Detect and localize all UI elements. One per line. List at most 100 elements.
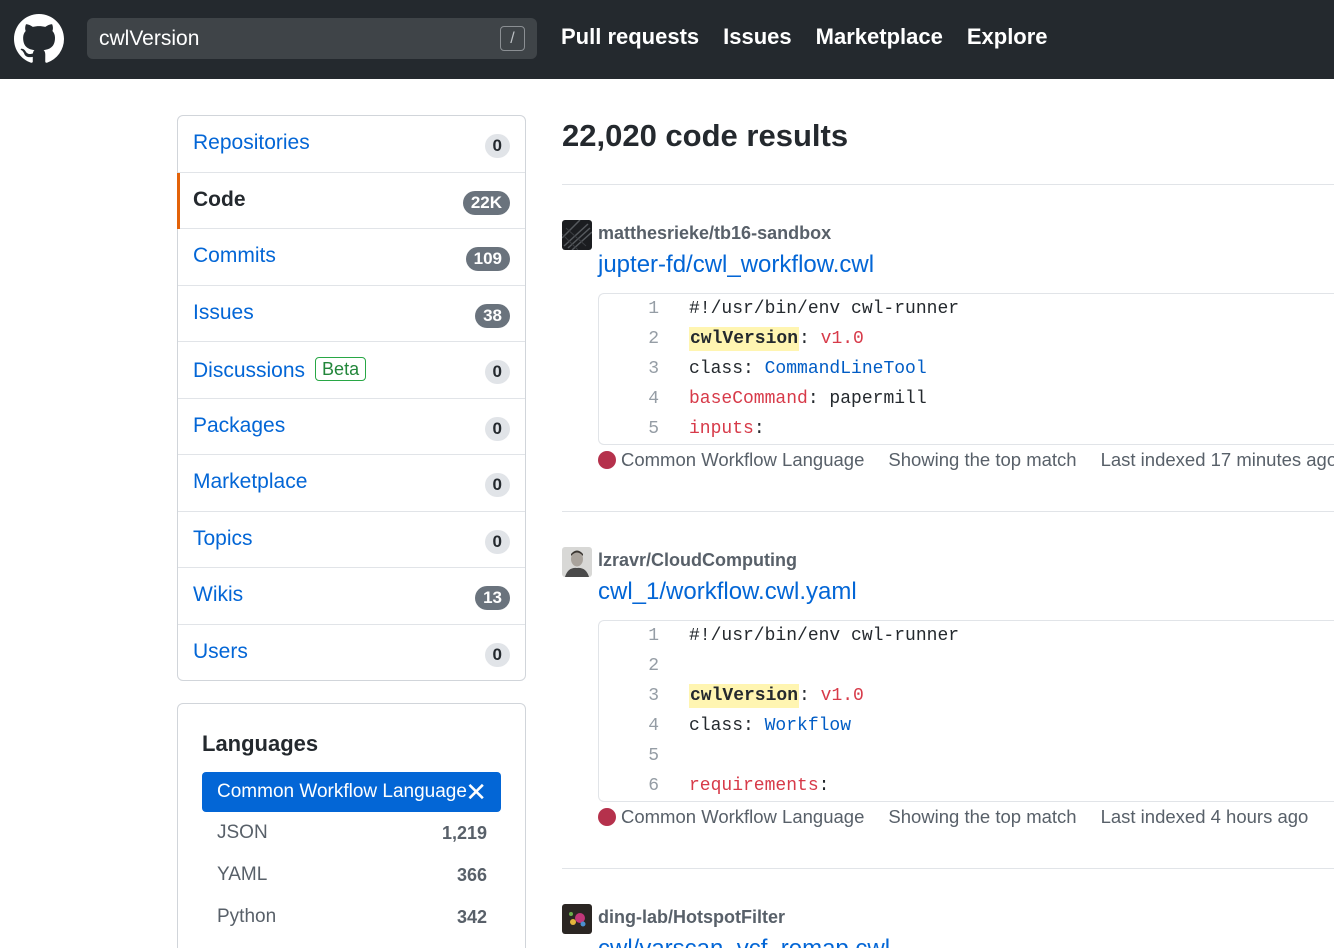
result-last-indexed: Last indexed 4 hours ago [1100, 806, 1309, 827]
search-match-highlight: cwlVersion [689, 684, 800, 708]
language-color-dot [598, 451, 616, 469]
language-filter-item[interactable]: Python 342 [202, 897, 501, 937]
header-nav: Pull requests Issues Marketplace Explore [561, 24, 1048, 50]
search-match-highlight: cwlVersion [689, 327, 800, 351]
repo-owner-avatar[interactable] [562, 904, 592, 934]
menu-item-commits[interactable]: Commits 109 [178, 229, 525, 286]
nav-pull-requests[interactable]: Pull requests [561, 24, 699, 50]
menu-item-label: Wikis [193, 583, 244, 606]
menu-item-issues[interactable]: Issues 38 [178, 286, 525, 342]
code-text: class: CommandLineTool [689, 354, 927, 384]
menu-item-label: Discussions Beta [193, 357, 367, 383]
line-number: 4 [648, 716, 659, 736]
code-text: cwlVersion: v1.0 [689, 681, 864, 711]
line-number: 4 [648, 389, 659, 409]
code-key: requirements [689, 776, 819, 796]
menu-item-topics[interactable]: Topics 0 [178, 512, 525, 568]
repo-name-link[interactable]: lzravr/CloudComputing [598, 550, 797, 571]
code-value: v1.0 [820, 686, 864, 706]
code-entity: CommandLineTool [764, 359, 927, 379]
menu-item-wikis[interactable]: Wikis 13 [178, 568, 525, 625]
code-text: #!/usr/bin/env cwl-runner [689, 626, 960, 646]
menu-item-discussions[interactable]: Discussions Beta 0 [178, 342, 525, 399]
line-number: 3 [648, 686, 659, 706]
repo-owner-avatar[interactable] [562, 547, 592, 577]
language-filter-item[interactable]: YAML 366 [202, 855, 501, 895]
menu-item-label: Commits [193, 244, 276, 267]
repo-owner-avatar[interactable] [562, 220, 592, 250]
code-punct: : [799, 686, 821, 706]
code-line: 4 class: Workflow [599, 711, 1334, 741]
menu-item-counter: 22K [462, 190, 510, 215]
file-path-link[interactable]: jupter-fd/cwl_workflow.cwl [598, 251, 874, 279]
code-text: class: Workflow [689, 711, 851, 741]
language-filter-selected[interactable]: Common Workflow Language ✕ [202, 772, 501, 812]
search-shortcut-key: / [500, 26, 525, 51]
menu-item-repositories[interactable]: Repositories 0 [178, 116, 525, 173]
menu-item-code[interactable]: Code 22K [177, 172, 525, 229]
file-path-link[interactable]: cwl_1/workflow.cwl.yaml [598, 578, 857, 606]
result-language: Common Workflow Language [621, 449, 865, 470]
search-input[interactable] [87, 18, 487, 59]
code-plain: : papermill [807, 389, 927, 409]
language-count: 342 [456, 907, 487, 927]
menu-item-counter: 13 [475, 586, 510, 610]
line-number: 2 [648, 656, 659, 676]
result-match-info: Showing the top match [888, 806, 1077, 827]
code-line: 3 class: CommandLineTool [599, 354, 1334, 384]
code-line: 4 baseCommand: papermill [599, 384, 1334, 414]
menu-item-counter: 0 [484, 529, 510, 554]
close-icon[interactable]: ✕ [465, 772, 487, 812]
nav-issues[interactable]: Issues [723, 24, 792, 50]
code-text: inputs: [689, 414, 765, 444]
code-text: cwlVersion: v1.0 [689, 324, 864, 354]
file-path-link[interactable]: cwl/varscan_vcf_remap.cwl [598, 935, 890, 948]
result-match-info: Showing the top match [888, 449, 1077, 470]
repo-name-link[interactable]: matthesrieke/tb16-sandbox [598, 223, 831, 244]
menu-item-label: Repositories [193, 131, 310, 154]
nav-marketplace[interactable]: Marketplace [816, 24, 943, 50]
code-text: #!/usr/bin/env cwl-runner [689, 299, 960, 319]
divider [562, 511, 1334, 512]
nav-explore[interactable]: Explore [967, 24, 1048, 50]
code-plain: class: [689, 716, 765, 736]
menu-item-counter: 0 [484, 360, 510, 384]
menu-item-label: Topics [193, 526, 253, 550]
menu-item-marketplace[interactable]: Marketplace 0 [178, 455, 525, 512]
code-snippet: 1 #!/usr/bin/env cwl-runner 2 3 cwlVersion… [598, 620, 1334, 802]
menu-item-counter: 109 [465, 247, 510, 271]
menu-item-label: Issues [193, 300, 254, 324]
top-header: / Pull requests Issues Marketplace Explo… [0, 0, 1334, 79]
code-line: 2 [599, 651, 1334, 681]
code-snippet: 1 #!/usr/bin/env cwl-runner 2 cwlVersion: … [598, 293, 1334, 445]
result-meta: Common Workflow Language Showing the top… [598, 449, 1334, 471]
results-title: 22,020 code results [562, 118, 849, 153]
menu-item-label: Code [193, 187, 246, 211]
menu-item-counter: 0 [484, 473, 510, 497]
github-logo-icon[interactable] [14, 14, 64, 64]
line-number: 5 [648, 746, 659, 766]
menu-item-counter: 0 [484, 134, 510, 158]
code-plain: : [818, 776, 830, 796]
search-box: / [87, 18, 537, 59]
line-number: 1 [648, 626, 659, 646]
code-line: 2 cwlVersion: v1.0 [599, 324, 1334, 354]
repo-name-link[interactable]: ding-lab/HotspotFilter [598, 907, 785, 928]
beta-badge: Beta [315, 357, 367, 381]
search-type-menu: Repositories 0 Code 22K Commits 109 Issu… [177, 115, 526, 681]
code-line: 6 requirements: [599, 771, 1334, 801]
language-filter-label: Common Workflow Language [217, 781, 467, 802]
menu-item-packages[interactable]: Packages 0 [178, 399, 525, 455]
language-name: JSON [217, 822, 268, 843]
line-number: 2 [648, 329, 659, 349]
code-value: v1.0 [820, 329, 864, 349]
menu-item-users[interactable]: Users 0 [178, 625, 525, 682]
divider [562, 184, 1334, 185]
code-entity: Workflow [764, 716, 852, 736]
line-number: 1 [648, 299, 659, 319]
code-text: requirements: [689, 771, 829, 801]
menu-item-label: Marketplace [193, 470, 308, 493]
line-number: 3 [648, 359, 659, 379]
languages-title: Languages [202, 731, 319, 756]
language-filter-item[interactable]: JSON 1,219 [202, 813, 501, 853]
